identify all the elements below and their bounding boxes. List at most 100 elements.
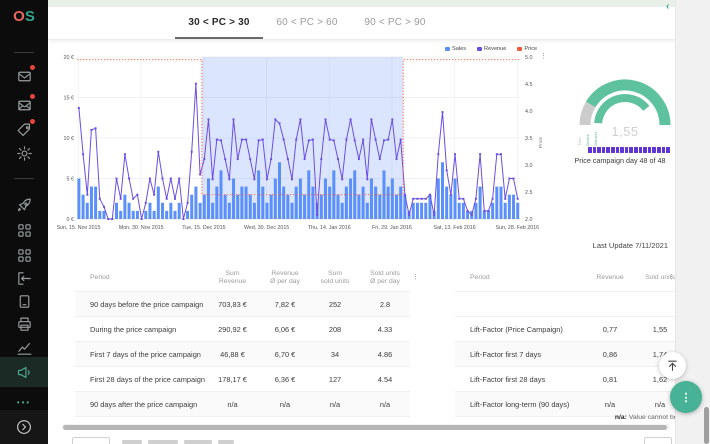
table-row: During the price campaign290,92 €6,06 €2… xyxy=(75,316,410,341)
table-cell: n/a xyxy=(205,400,260,409)
table-row: Lift-Factor first 28 days0,811,62 xyxy=(455,366,685,391)
legend-item[interactable]: Price xyxy=(517,46,537,52)
campaign-chart: 20 €15 €10 €5 €0 €5.04.54.03.53.02.52.0P… xyxy=(60,44,560,236)
svg-text:20 €: 20 € xyxy=(64,55,75,61)
device-icon xyxy=(16,293,33,310)
table-cell: 2.8 xyxy=(360,300,410,309)
clipped-control[interactable] xyxy=(72,437,110,444)
table-cell: 6,36 € xyxy=(260,375,310,384)
svg-text:Sun, 15. Nov 2015: Sun, 15. Nov 2015 xyxy=(57,225,101,231)
sidebar-item-campaigns-active[interactable] xyxy=(0,357,48,387)
period-stats-table: PeriodSumRevenueRevenueØ per daySumsold … xyxy=(75,265,410,417)
progress-segment xyxy=(611,147,615,153)
table-cell: Lift-Factor first 28 days xyxy=(455,375,585,384)
progress-segment xyxy=(620,147,624,153)
tab-90-pc-90[interactable]: 90 < PC > 90 xyxy=(351,7,439,39)
tab-label: 90 < PC > 90 xyxy=(364,17,425,28)
actions-menu-button[interactable]: ⋮ xyxy=(670,381,702,413)
progress-segment xyxy=(606,147,610,153)
progress-segment xyxy=(625,147,629,153)
clipped-text-fragment xyxy=(122,440,142,444)
svg-text:Sat, 13. Feb 2016: Sat, 13. Feb 2016 xyxy=(434,225,476,231)
clipped-control[interactable] xyxy=(644,437,672,444)
column-header: Period xyxy=(75,274,205,282)
table-cell: 252 xyxy=(310,300,360,309)
notification-dot xyxy=(29,93,36,100)
sidebar-item-settings[interactable] xyxy=(0,140,48,166)
table-cell: First 28 days of the price campaign xyxy=(75,375,205,384)
campaign-chart-svg: 20 €15 €10 €5 €0 €5.04.54.03.53.02.52.0P… xyxy=(60,44,560,236)
table-cell: 290,92 € xyxy=(205,325,260,334)
column-header: SumRevenue xyxy=(205,270,260,286)
table-menu-icon[interactable]: ⋮ xyxy=(668,274,675,281)
table-cell: 46,88 € xyxy=(205,350,260,359)
table-menu-icon[interactable]: ⋮ xyxy=(412,274,419,281)
vertical-scrollbar-thumb[interactable] xyxy=(704,407,709,444)
horizontal-scrollbar-thumb[interactable] xyxy=(63,425,667,430)
legend-item[interactable]: Sales xyxy=(445,46,466,52)
tab-60-pc-60[interactable]: 60 < PC > 60 xyxy=(263,7,351,39)
megaphone-icon xyxy=(16,364,33,381)
scroll-to-top-button[interactable] xyxy=(659,352,686,379)
progress-segment xyxy=(639,147,643,153)
gauge-side-label: Gains xyxy=(585,120,590,146)
gauge-side-label: Title xyxy=(577,120,582,146)
import-icon xyxy=(16,270,33,287)
tab-bar: 30 < PC > 30 60 < PC > 60 90 < PC > 90 xyxy=(48,7,710,40)
horizontal-scrollbar[interactable] xyxy=(62,424,670,430)
progress-segment xyxy=(666,147,670,153)
tab-30-pc-30[interactable]: 30 < PC > 30 xyxy=(175,7,263,39)
legend-swatch xyxy=(477,47,482,52)
svg-text:0 €: 0 € xyxy=(67,217,75,223)
table-cell: n/a xyxy=(585,400,635,409)
sidebar-item-mail[interactable] xyxy=(0,63,48,89)
app-logo[interactable]: OS xyxy=(0,8,48,25)
gear-icon xyxy=(16,145,33,162)
campaign-progress-bar xyxy=(588,147,670,153)
svg-text:Fri, 29. Jan 2016: Fri, 29. Jan 2016 xyxy=(372,225,412,231)
sidebar-item-mail-2[interactable] xyxy=(0,92,48,118)
table-cell: 34 xyxy=(310,350,360,359)
svg-text:2.0: 2.0 xyxy=(525,217,533,223)
table-cell: 4.33 xyxy=(360,325,410,334)
svg-text:Mon, 30. Nov 2015: Mon, 30. Nov 2015 xyxy=(119,225,164,231)
rocket-icon xyxy=(16,197,33,214)
svg-text:5.0: 5.0 xyxy=(525,55,533,61)
clipped-text-fragment xyxy=(148,440,178,444)
table-cell: Lift-Factor long-term (90 days) xyxy=(455,400,585,409)
logo-letter-s: S xyxy=(25,8,35,25)
table-row: First 28 days of the price campaign178,1… xyxy=(75,366,410,391)
progress-segment xyxy=(648,147,652,153)
footnote-label: n/a: xyxy=(615,414,627,421)
kebab-icon: ⋮ xyxy=(681,391,692,404)
svg-text:5 €: 5 € xyxy=(67,176,75,182)
sidebar: OS xyxy=(0,0,48,444)
progress-segment xyxy=(634,147,638,153)
progress-segment xyxy=(588,147,592,153)
chart-menu-icon[interactable]: ⋮ xyxy=(540,53,547,60)
sidebar-item-print[interactable] xyxy=(0,311,48,337)
top-strip xyxy=(48,0,675,7)
column-header: Sold unitsØ per day xyxy=(360,270,410,286)
column-header: Period xyxy=(455,274,585,282)
column-header: RevenueØ per day xyxy=(260,270,310,286)
table-cell: Lift-Factor first 7 days xyxy=(455,350,585,359)
vertical-scrollbar[interactable] xyxy=(703,0,709,444)
line-chart-icon xyxy=(16,340,33,357)
table-cell: 178,17 € xyxy=(205,375,260,384)
chevron-circle-icon xyxy=(15,418,33,436)
table-row: First 7 days of the price campaign46,88 … xyxy=(75,341,410,366)
collapse-panel-icon[interactable]: ‹ xyxy=(666,1,669,12)
progress-segment xyxy=(657,147,661,153)
table-row: Lift-Factor (Price Campaign)0,771,55 xyxy=(455,316,685,341)
sidebar-item-expand[interactable] xyxy=(0,414,48,440)
legend-item[interactable]: Revenue xyxy=(477,46,506,52)
table-cell: n/a xyxy=(360,400,410,409)
sidebar-item-rocket[interactable] xyxy=(0,192,48,218)
chart-legend: Sales Revenue Price xyxy=(445,46,537,52)
table-cell: First 7 days of the price campaign xyxy=(75,350,205,359)
sidebar-item-apps[interactable] xyxy=(0,217,48,243)
table-row: 90 days before the price campaign703,83 … xyxy=(75,291,410,316)
table-footnote: n/a: Value cannot be calculated xyxy=(420,414,710,421)
svg-text:Sun, 28. Feb 2016: Sun, 28. Feb 2016 xyxy=(496,225,540,231)
